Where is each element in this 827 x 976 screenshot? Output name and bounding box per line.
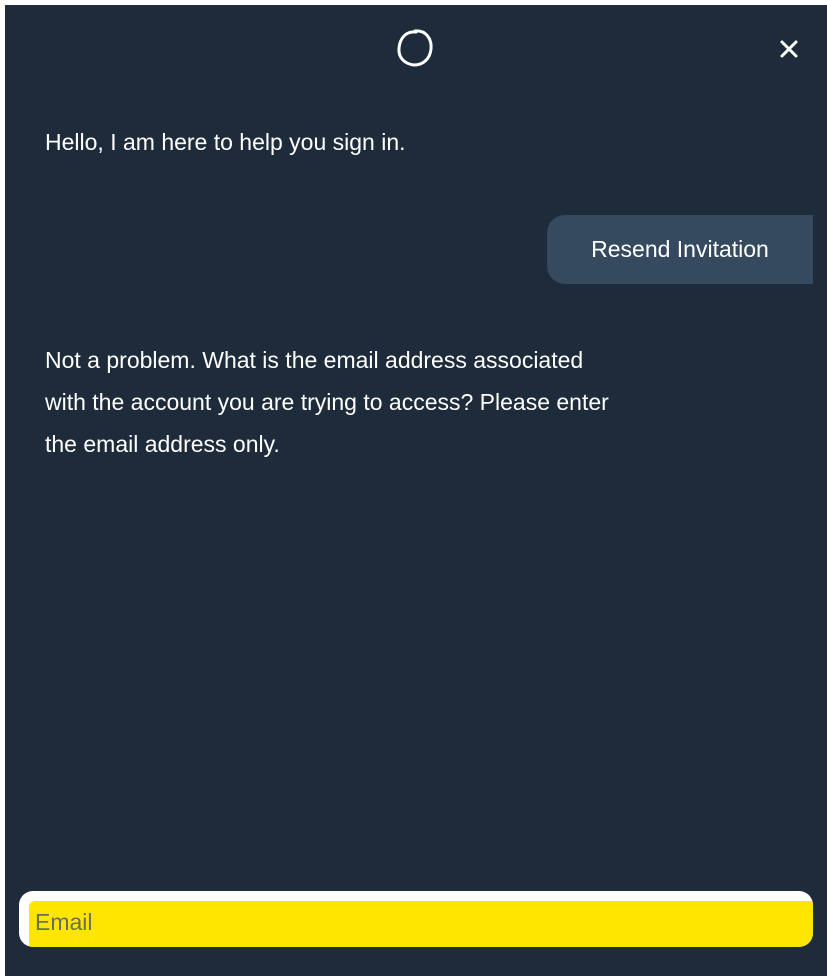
chat-panel: Hello, I am here to help you sign in. Re…: [5, 5, 827, 976]
close-icon: [780, 40, 798, 58]
email-input-container: [19, 891, 813, 947]
email-input[interactable]: [35, 903, 795, 941]
user-message-resend-invitation: Resend Invitation: [547, 215, 813, 284]
bot-message-email-prompt: Not a problem. What is the email address…: [45, 347, 609, 457]
close-button[interactable]: [773, 33, 805, 65]
circle-logo-icon: [395, 27, 435, 69]
bot-message-greeting: Hello, I am here to help you sign in.: [45, 129, 406, 155]
